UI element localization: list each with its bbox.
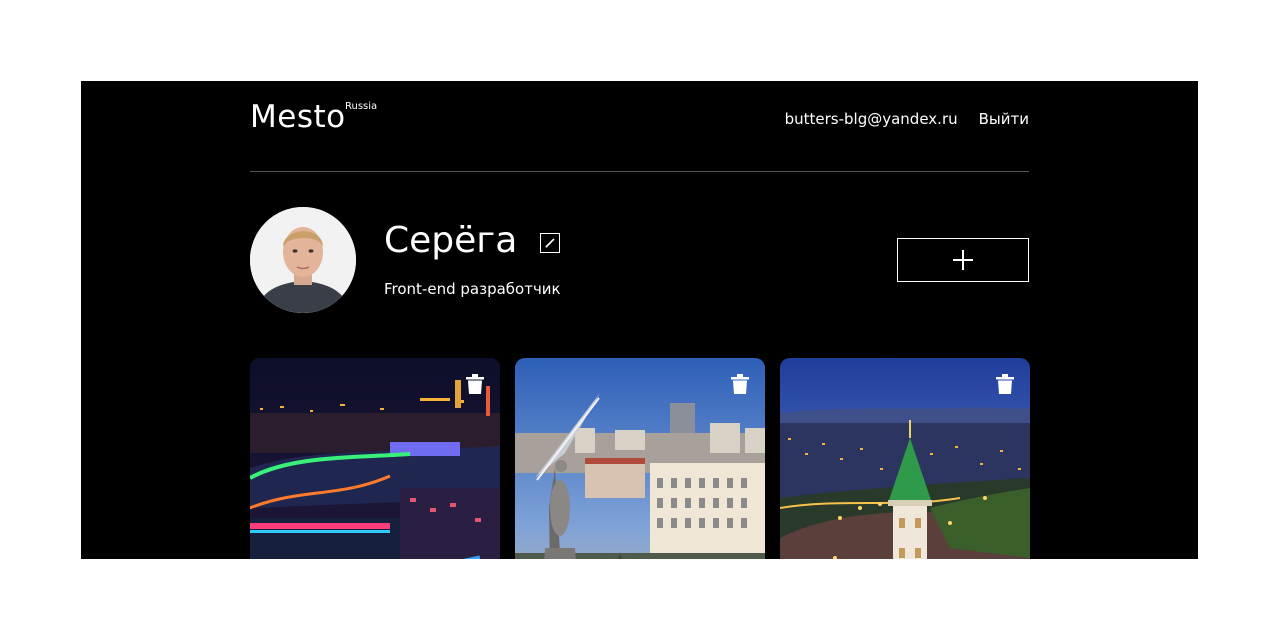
profile-name: Серёга xyxy=(384,220,518,261)
card-image[interactable] xyxy=(780,358,1030,559)
cards-grid xyxy=(250,358,1030,559)
avatar[interactable] xyxy=(250,207,356,313)
edit-profile-button[interactable] xyxy=(540,233,560,253)
profile-about: Front-end разработчик xyxy=(384,280,561,298)
logo-region: Russia xyxy=(345,101,378,112)
trash-icon[interactable] xyxy=(996,374,1014,394)
profile-section: Серёга Front-end разработчик xyxy=(250,207,1029,313)
card-image[interactable] xyxy=(250,358,500,559)
trash-icon[interactable] xyxy=(731,374,749,394)
trash-icon[interactable] xyxy=(466,374,484,394)
site-header: Mesto Russia butters-blg@yandex.ru Выйти xyxy=(250,81,1029,172)
pencil-icon xyxy=(545,238,555,248)
add-card-button[interactable] xyxy=(897,238,1029,282)
page-container: Mesto Russia butters-blg@yandex.ru Выйти xyxy=(81,81,1198,559)
logout-link[interactable]: Выйти xyxy=(979,110,1029,128)
logo[interactable]: Mesto xyxy=(250,102,346,133)
user-email: butters-blg@yandex.ru xyxy=(784,110,958,128)
plus-icon xyxy=(953,250,973,270)
card-image[interactable] xyxy=(515,358,765,559)
header-nav: butters-blg@yandex.ru Выйти xyxy=(785,110,1029,128)
content-wrapper: Mesto Russia butters-blg@yandex.ru Выйти xyxy=(250,81,1030,559)
